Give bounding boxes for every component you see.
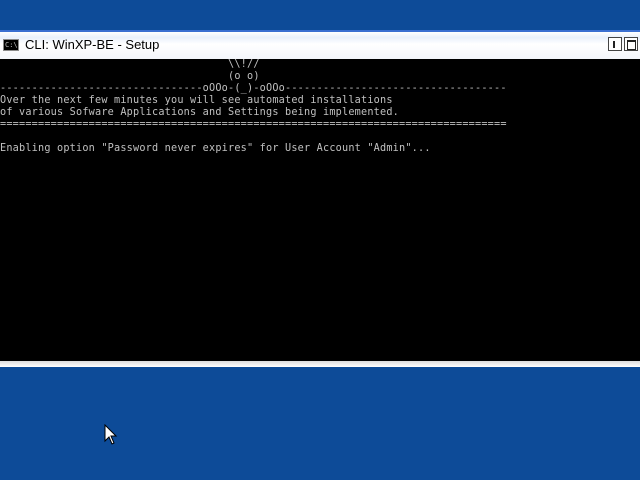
console-line-message-2: of various Sofware Applications and Sett… (0, 107, 400, 118)
console-line-ascii-1: \\!// (0, 59, 260, 70)
minimize-button[interactable] (608, 37, 622, 51)
title-bar[interactable]: C:\ CLI: WinXP-BE - Setup (0, 30, 640, 59)
mouse-pointer-icon (104, 424, 118, 445)
console-line-blank (0, 131, 507, 143)
console-line-separator-top: --------------------------------oOOo-(_)… (0, 83, 507, 94)
desktop: C:\ CLI: WinXP-BE - Setup \\!// (o o) --… (0, 0, 640, 480)
console-window[interactable]: C:\ CLI: WinXP-BE - Setup \\!// (o o) --… (0, 30, 640, 367)
console-icon[interactable]: C:\ (3, 39, 19, 51)
console-line-message-1: Over the next few minutes you will see a… (0, 95, 393, 106)
window-bottom-border (0, 361, 640, 367)
console-output[interactable]: \\!// (o o) ----------------------------… (0, 59, 640, 361)
console-line-status: Enabling option "Password never expires"… (0, 143, 431, 154)
console-line-ascii-2: (o o) (0, 71, 260, 82)
console-lines: \\!// (o o) ----------------------------… (0, 59, 507, 155)
console-line-separator-bottom: ========================================… (0, 119, 507, 130)
window-title: CLI: WinXP-BE - Setup (25, 37, 160, 52)
maximize-button[interactable] (624, 37, 638, 51)
